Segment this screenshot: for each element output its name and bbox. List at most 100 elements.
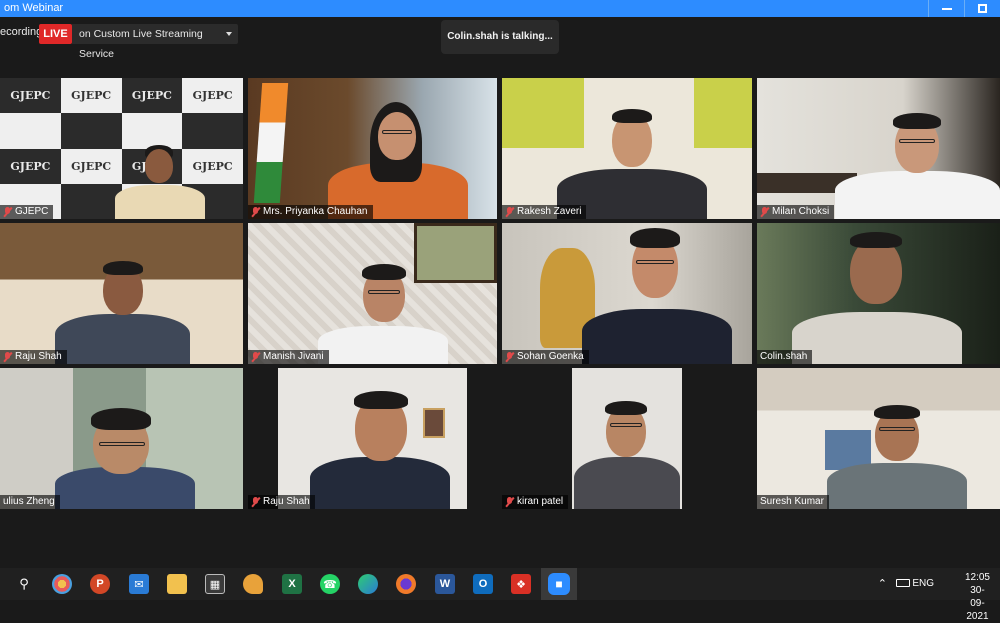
logo-text: GJEPC xyxy=(60,148,122,184)
live-stream-dropdown[interactable]: on Custom Live Streaming Service xyxy=(72,24,238,60)
paint-icon[interactable] xyxy=(52,574,72,594)
firefox-icon[interactable] xyxy=(396,574,416,594)
window-titlebar[interactable]: om Webinar xyxy=(0,0,1000,17)
clock-date: 30-09-2021 xyxy=(966,585,989,622)
video-tile[interactable]: Rakesh Zaveri xyxy=(502,78,752,219)
participant-name-tag: GJEPC xyxy=(0,205,54,219)
file-explorer-icon[interactable] xyxy=(167,574,187,594)
participant-name: Sohan Goenka xyxy=(517,351,584,362)
participant-name: Raju Shah xyxy=(15,351,62,362)
battery-icon[interactable] xyxy=(896,579,910,587)
word-icon[interactable]: W xyxy=(435,574,455,594)
video-tile[interactable]: Raju Shah xyxy=(248,368,497,509)
participant-name: Rakesh Zaveri xyxy=(517,206,582,217)
participant-name: kiran patel xyxy=(517,496,564,507)
whatsapp-icon[interactable]: ☎ xyxy=(320,574,340,594)
muted-mic-icon xyxy=(760,207,769,217)
video-camera-icon: ■ xyxy=(548,573,570,595)
video-tile[interactable]: Raju Shah xyxy=(0,223,243,364)
language-indicator[interactable]: ENG xyxy=(912,578,934,589)
logo-text: GJEPC xyxy=(0,78,61,114)
participant-video xyxy=(55,394,195,509)
participant-video xyxy=(115,139,205,219)
muted-mic-icon xyxy=(251,352,260,362)
minimize-icon xyxy=(941,7,952,10)
acrobat-icon[interactable]: ❖ xyxy=(511,574,531,594)
zoom-icon[interactable]: ■ xyxy=(541,568,577,600)
muted-mic-icon xyxy=(3,352,12,362)
participant-name: Mrs. Priyanka Chauhan xyxy=(263,206,368,217)
logo-text: GJEPC xyxy=(121,78,183,114)
minimize-button[interactable] xyxy=(928,0,964,17)
participant-name-tag: kiran patel xyxy=(502,495,569,509)
participant-name-tag: Mrs. Priyanka Chauhan xyxy=(248,205,373,219)
muted-mic-icon xyxy=(251,497,260,507)
video-tile[interactable]: Milan Choksi xyxy=(757,78,1000,219)
taskbar-clock[interactable]: 12:05 30-09-2021 xyxy=(965,571,990,623)
participant-video xyxy=(557,101,707,219)
video-tile[interactable]: Sohan Goenka xyxy=(502,223,752,364)
participant-name: Milan Choksi xyxy=(772,206,830,217)
participant-name: Manish Jivani xyxy=(263,351,324,362)
participant-name-tag: Manish Jivani xyxy=(248,350,329,364)
talking-indicator: Colin.shah is talking... xyxy=(441,20,559,54)
logo-text: GJEPC xyxy=(182,78,243,114)
participant-name-tag: Raju Shah xyxy=(248,495,315,509)
participant-video xyxy=(318,264,448,364)
participant-video xyxy=(310,389,450,509)
participant-video xyxy=(582,224,732,364)
video-tile[interactable]: Mrs. Priyanka Chauhan xyxy=(248,78,497,219)
paint-palette-icon[interactable] xyxy=(243,574,263,594)
muted-mic-icon xyxy=(505,207,514,217)
participant-name: Colin.shah xyxy=(760,351,808,362)
chevron-up-icon[interactable]: ⌃ xyxy=(878,577,887,590)
muted-mic-icon xyxy=(3,207,12,217)
participant-name-tag: Suresh Kumar xyxy=(757,495,829,509)
logo-text: GJEPC xyxy=(0,148,61,184)
video-tile[interactable]: Suresh Kumar xyxy=(757,368,1000,509)
powerpoint-icon[interactable]: P xyxy=(90,574,110,594)
muted-mic-icon xyxy=(251,207,260,217)
excel-icon[interactable]: X xyxy=(282,574,302,594)
video-tile[interactable]: ulius Zheng xyxy=(0,368,243,509)
mail-icon[interactable]: ✉ xyxy=(129,574,149,594)
logo-text: GJEPC xyxy=(60,78,122,114)
maximize-button[interactable] xyxy=(964,0,1000,17)
participant-name-tag: ulius Zheng xyxy=(0,495,60,509)
windows-taskbar: ⚲ P ✉ ▦ X ☎ W O ❖ ■ ⌃ ENG 12:05 30-09-20… xyxy=(0,568,1000,622)
participant-name: GJEPC xyxy=(15,206,49,217)
video-tile-active-speaker[interactable]: Colin.shah xyxy=(757,223,1000,364)
video-tile[interactable]: Manish Jivani xyxy=(248,223,497,364)
window-title: om Webinar xyxy=(4,2,64,14)
outlook-icon[interactable]: O xyxy=(473,574,493,594)
participant-name-tag: Colin.shah xyxy=(757,350,813,364)
window-controls xyxy=(928,0,1000,17)
participant-video xyxy=(827,399,967,509)
participant-name-tag: Raju Shah xyxy=(0,350,67,364)
muted-mic-icon xyxy=(505,497,514,507)
stream-service-label: on Custom Live Streaming Service xyxy=(79,28,203,60)
participant-video xyxy=(574,397,680,509)
participant-video xyxy=(55,259,190,364)
participant-name: Suresh Kumar xyxy=(760,496,824,507)
participant-video xyxy=(835,107,1000,219)
participant-name-tag: Sohan Goenka xyxy=(502,350,589,364)
chevron-down-icon xyxy=(226,32,232,36)
store-icon[interactable]: ▦ xyxy=(205,574,225,594)
live-badge[interactable]: LIVE xyxy=(39,24,72,44)
search-icon[interactable]: ⚲ xyxy=(14,574,34,594)
participant-video xyxy=(328,94,468,219)
muted-mic-icon xyxy=(505,352,514,362)
participant-name-tag: Milan Choksi xyxy=(757,205,835,219)
maximize-icon xyxy=(978,4,987,13)
participant-video xyxy=(792,230,962,364)
participant-name: Raju Shah xyxy=(263,496,310,507)
recording-label: ecording xyxy=(0,26,43,38)
participant-name-tag: Rakesh Zaveri xyxy=(502,205,587,219)
video-tile[interactable]: GJEPC GJEPC GJEPC GJEPC GJEPC GJEPC GJEP… xyxy=(0,78,243,219)
meeting-topbar: ecording LIVE on Custom Live Streaming S… xyxy=(0,17,1000,60)
video-tile[interactable]: kiran patel xyxy=(502,368,752,509)
clock-time: 12:05 xyxy=(964,572,990,583)
participant-name: ulius Zheng xyxy=(3,496,55,507)
edge-icon[interactable] xyxy=(358,574,378,594)
